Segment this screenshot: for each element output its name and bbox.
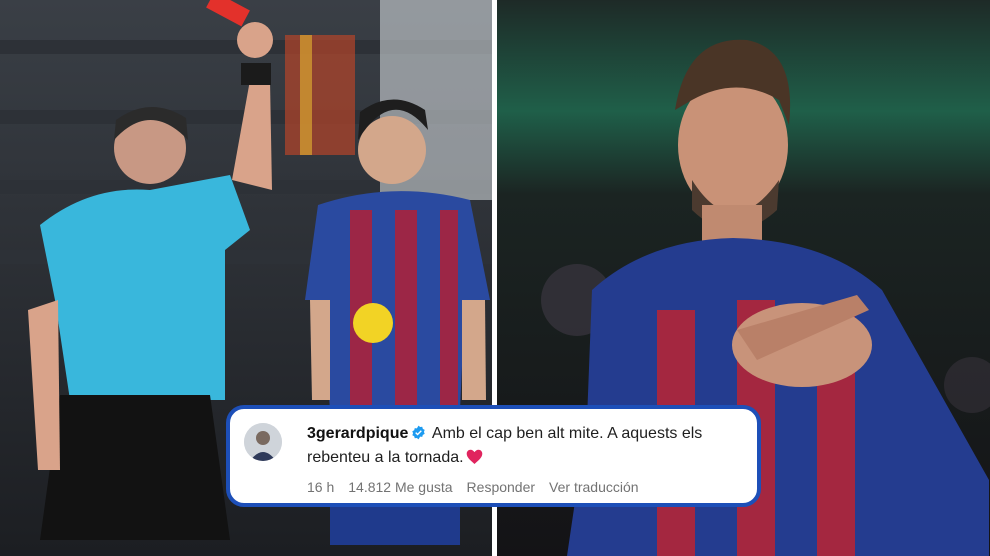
- comment-meta: 16 h 14.812 Me gusta Responder Ver tradu…: [307, 479, 653, 495]
- comment-card: 3gerardpique Amb el cap ben alt mite. A …: [226, 405, 761, 507]
- comment-time: 16 h: [307, 479, 335, 495]
- avatar[interactable]: [244, 423, 282, 461]
- comment-username[interactable]: 3gerardpique: [307, 425, 408, 442]
- verified-badge-icon: [411, 425, 426, 447]
- reply-button[interactable]: Responder: [467, 479, 536, 495]
- translate-button[interactable]: Ver traducción: [549, 479, 639, 495]
- comment-body: 3gerardpique Amb el cap ben alt mite. A …: [307, 423, 747, 471]
- likes-count[interactable]: 14.812 Me gusta: [348, 479, 452, 495]
- heart-icon: [466, 449, 483, 471]
